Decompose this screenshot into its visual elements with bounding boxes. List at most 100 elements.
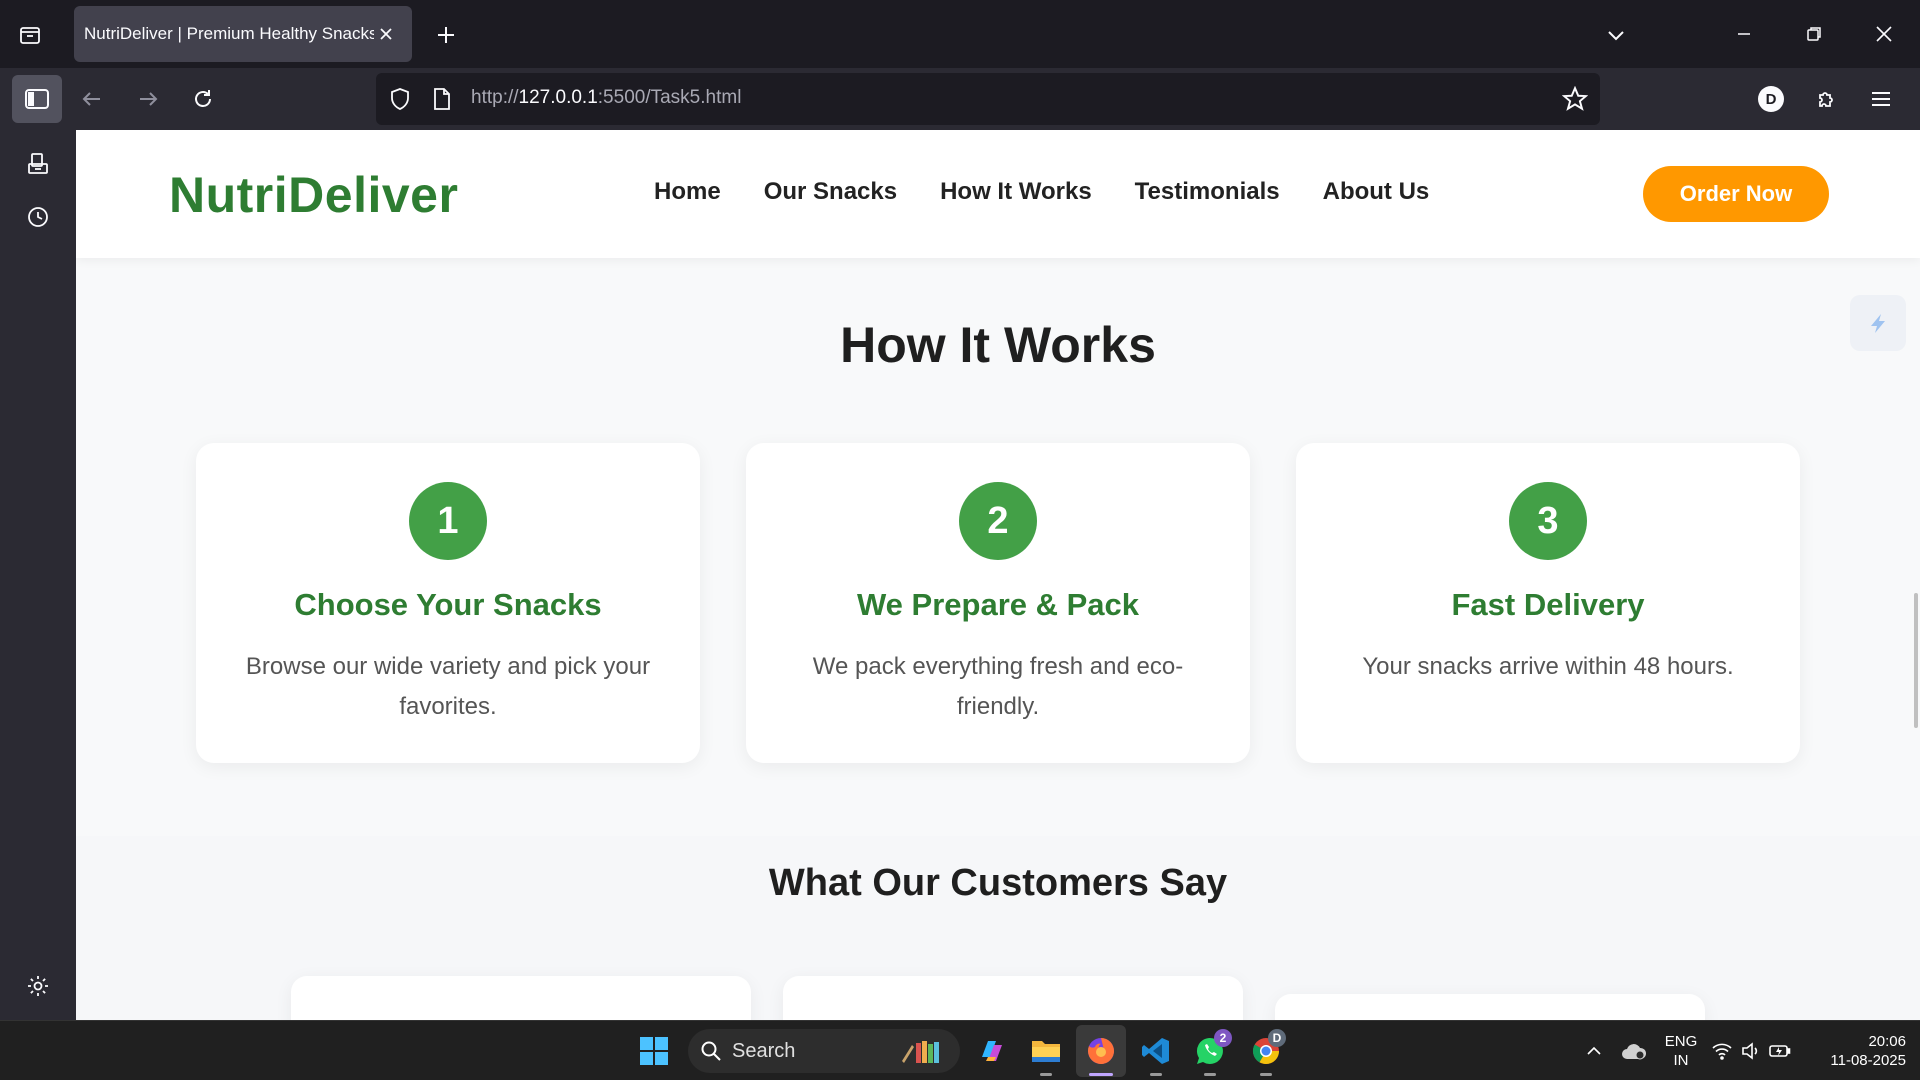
order-now-button[interactable]: Order Now: [1643, 166, 1829, 222]
site-header: NutriDeliver Home Our Snacks How It Work…: [76, 130, 1920, 258]
reload-button[interactable]: [184, 80, 222, 118]
sidebar-settings-button[interactable]: [18, 966, 58, 1006]
close-icon: [1876, 26, 1892, 42]
sidebar-icon: [25, 89, 49, 109]
tab-list-icon: [20, 27, 40, 44]
address-bar[interactable]: http://127.0.0.1:5500/Task5.html: [376, 73, 1600, 125]
testimonial-card: [1275, 994, 1705, 1020]
list-all-tabs-button[interactable]: [1598, 17, 1634, 53]
step-card: 2 We Prepare & Pack We pack everything f…: [746, 443, 1250, 763]
tab-title: NutriDeliver | Premium Healthy Snacks: [84, 24, 374, 43]
minimize-icon: [1738, 33, 1750, 35]
show-hidden-icons-button[interactable]: [1574, 1031, 1614, 1071]
windows-logo-icon: [640, 1037, 668, 1065]
cloud-icon: [1622, 1044, 1647, 1060]
step-card: 1 Choose Your Snacks Browse our wide var…: [196, 443, 700, 763]
clock-time: 20:06: [1868, 1033, 1906, 1050]
bookmark-star-icon[interactable]: [1561, 85, 1589, 117]
hamburger-icon: [1872, 92, 1890, 106]
step-number: 3: [1509, 482, 1587, 560]
restore-icon: [1807, 27, 1821, 41]
tab-close-button[interactable]: [374, 22, 398, 46]
battery-icon: [1769, 1045, 1791, 1057]
back-button[interactable]: [73, 80, 111, 118]
nav-link-home[interactable]: Home: [654, 178, 721, 206]
gear-icon: [28, 976, 48, 996]
testimonial-card: [291, 976, 751, 1020]
forward-button[interactable]: [129, 80, 167, 118]
step-title: We Prepare & Pack: [856, 587, 1140, 622]
step-number: 1: [409, 482, 487, 560]
firefox-button[interactable]: [1081, 1031, 1121, 1071]
step-description: Your snacks arrive within 48 hours.: [1362, 653, 1734, 680]
page-info-icon[interactable]: [431, 87, 453, 116]
wifi-icon: [1712, 1043, 1732, 1060]
nav-link-testimonials[interactable]: Testimonials: [1135, 178, 1280, 206]
history-button[interactable]: [18, 197, 58, 237]
url-text[interactable]: http://127.0.0.1:5500/Task5.html: [471, 87, 741, 109]
vscode-icon: [1142, 1038, 1169, 1064]
copilot-icon: [982, 1041, 1002, 1061]
shield-icon[interactable]: [388, 87, 412, 116]
language-code: ENG: [1664, 1033, 1698, 1050]
page-scrollbar[interactable]: [1914, 593, 1918, 728]
copilot-button[interactable]: [972, 1031, 1012, 1071]
extensions-button[interactable]: [1808, 80, 1846, 118]
account-button[interactable]: D: [1752, 80, 1790, 118]
file-explorer-button[interactable]: [1026, 1031, 1066, 1071]
step-description: We pack everything fresh and eco-friendl…: [812, 653, 1184, 720]
nav-link-our-snacks[interactable]: Our Snacks: [764, 178, 897, 206]
quick-settings-button[interactable]: [1706, 1031, 1796, 1071]
restore-button[interactable]: [1786, 10, 1842, 58]
browser-toolbar: http://127.0.0.1:5500/Task5.html D: [0, 68, 1920, 130]
language-indicator[interactable]: ENG IN: [1660, 1032, 1702, 1070]
whatsapp-notification-badge: 2: [1214, 1029, 1232, 1047]
step-number: 2: [959, 482, 1037, 560]
puzzle-icon: [1819, 92, 1833, 107]
active-tab[interactable]: NutriDeliver | Premium Healthy Snacks: [74, 6, 412, 62]
close-window-button[interactable]: [1856, 10, 1912, 58]
running-indicator: [1150, 1073, 1162, 1076]
running-indicator: [1260, 1073, 1272, 1076]
chrome-profile-badge: D: [1268, 1029, 1286, 1047]
clock-date: 11-08-2025: [1830, 1052, 1906, 1069]
onedrive-button[interactable]: [1614, 1031, 1654, 1071]
synced-tabs-button[interactable]: [18, 144, 58, 184]
region-code: IN: [1673, 1052, 1689, 1069]
vscode-button[interactable]: [1136, 1031, 1176, 1071]
nav-link-about-us[interactable]: About Us: [1323, 178, 1430, 206]
how-it-works-title: How It Works: [840, 317, 1156, 373]
running-indicator: [1040, 1073, 1052, 1076]
active-indicator: [1089, 1073, 1113, 1076]
step-description: Browse our wide variety and pick your fa…: [245, 653, 651, 720]
sidebar-toggle-button[interactable]: [12, 75, 62, 123]
windows-taskbar: Search 2 D ENG IN 20:06 11-08-2025: [0, 1020, 1920, 1080]
account-avatar: D: [1758, 86, 1784, 112]
firefox-view-button[interactable]: [12, 17, 48, 53]
nav-link-how-it-works[interactable]: How It Works: [940, 178, 1092, 206]
arrow-left-icon: [82, 92, 100, 106]
browser-sidebar: [0, 130, 76, 1020]
running-indicator: [1204, 1073, 1216, 1076]
step-title: Choose Your Snacks: [294, 587, 602, 622]
plus-icon: [438, 27, 454, 43]
clock-icon: [28, 207, 48, 227]
testimonials-title: What Our Customers Say: [768, 862, 1228, 904]
taskbar-search[interactable]: Search: [688, 1029, 960, 1073]
site-logo[interactable]: NutriDeliver: [169, 166, 458, 224]
clock[interactable]: 20:06 11-08-2025: [1806, 1032, 1906, 1070]
url-host: 127.0.0.1: [518, 87, 598, 108]
url-scheme: http://: [471, 87, 519, 108]
search-icon: [701, 1041, 721, 1061]
browser-tab-bar: NutriDeliver | Premium Healthy Snacks: [0, 0, 1920, 68]
books-icon: [902, 1041, 939, 1063]
page-viewport: NutriDeliver Home Our Snacks How It Work…: [76, 130, 1920, 1020]
firefox-icon: [1088, 1038, 1114, 1064]
new-tab-button[interactable]: [428, 17, 464, 53]
app-menu-button[interactable]: [1862, 80, 1900, 118]
close-icon: [380, 28, 392, 40]
minimize-button[interactable]: [1716, 10, 1772, 58]
start-button[interactable]: [634, 1031, 674, 1071]
reload-icon: [195, 90, 211, 107]
arrow-right-icon: [140, 92, 158, 106]
